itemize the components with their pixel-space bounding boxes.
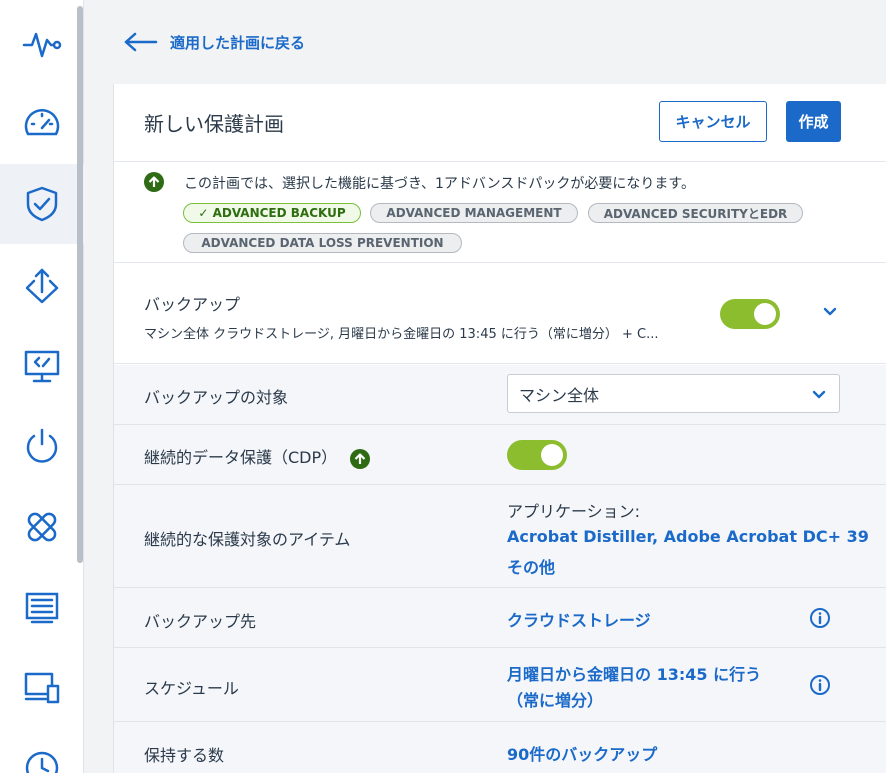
destination-value[interactable]: クラウドストレージ — [507, 607, 651, 631]
schedule-value-line1[interactable]: 月曜日から金曜日の 13:45 に行う — [507, 661, 761, 685]
sidebar-item-history[interactable] — [0, 728, 84, 773]
destination-label: バックアップ先 — [144, 612, 257, 631]
cdp-items-value-line1[interactable]: Acrobat Distiller, Adobe Acrobat DC+ 39 — [507, 527, 869, 546]
cancel-button[interactable]: キャンセル — [659, 101, 767, 142]
page-title: 新しい保護計画 — [144, 112, 284, 136]
notice-text: この計画では、選択した機能に基づき、1アドバンスドパックが必要になります。 — [184, 176, 695, 192]
cdp-items-label: 継続的な保護対象のアイテム — [144, 530, 351, 549]
retention-label: 保持する数 — [144, 746, 225, 765]
sidebar-item-monitoring[interactable] — [0, 4, 84, 84]
upgrade-arrow-icon — [350, 448, 371, 469]
row-cdp-items: 継続的な保護対象のアイテム アプリケーション: Acrobat Distille… — [114, 485, 886, 588]
chevron-down-icon — [812, 390, 826, 399]
sidebar-item-software[interactable] — [0, 246, 84, 326]
backup-summary: マシン全体 クラウドストレージ, 月曜日から金曜日の 13:45 に行う（常に増… — [144, 327, 659, 342]
back-link-label: 適用した計画に戻る — [170, 33, 306, 52]
tag-advanced-backup: ✓ ADVANCED BACKUP — [183, 203, 361, 223]
cdp-items-heading: アプリケーション: — [507, 502, 641, 521]
sidebar — [0, 0, 84, 773]
clock-icon — [25, 751, 59, 773]
retention-value[interactable]: 90件のバックアップ — [507, 741, 657, 765]
sidebar-item-power[interactable] — [0, 406, 84, 486]
tag-advanced-management: ADVANCED MANAGEMENT — [370, 203, 578, 223]
upgrade-arrow-icon — [144, 172, 164, 192]
panel-header: 新しい保護計画 キャンセル 作成 — [114, 84, 886, 162]
info-icon[interactable] — [809, 607, 831, 629]
tag-advanced-security-edr: ADVANCED SECURITYとEDR — [588, 203, 803, 223]
report-icon — [25, 592, 59, 624]
sidebar-scrollbar[interactable] — [77, 6, 83, 563]
row-destination: バックアップ先 クラウドストレージ — [114, 588, 886, 648]
cdp-items-value-line2[interactable]: その他 — [507, 554, 555, 578]
backup-section-header[interactable]: バックアップ マシン全体 クラウドストレージ, 月曜日から金曜日の 13:45 … — [114, 263, 886, 364]
row-retention: 保持する数 90件のバックアップ — [114, 722, 886, 773]
devices-icon — [24, 672, 60, 704]
toggle-knob — [754, 303, 776, 325]
backup-target-value: マシン全体 — [519, 385, 600, 405]
backup-target-select[interactable]: マシン全体 — [507, 374, 840, 413]
remote-desktop-icon — [24, 350, 60, 383]
backup-title: バックアップ — [144, 295, 241, 314]
arrow-left-icon — [124, 32, 158, 52]
main-area: 適用した計画に戻る 新しい保護計画 キャンセル 作成 この計画では、選択した機能… — [84, 0, 886, 773]
back-to-applied-plans-link[interactable]: 適用した計画に戻る — [124, 32, 305, 53]
protection-plan-panel: 新しい保護計画 キャンセル 作成 この計画では、選択した機能に基づき、1アドバン… — [113, 84, 886, 773]
backup-settings-grid: バックアップの対象 マシン全体 継続的データ保護（CDP） 継続的な保護対象のア… — [114, 365, 886, 773]
create-button[interactable]: 作成 — [786, 101, 841, 142]
cdp-label: 継続的データ保護（CDP） — [144, 448, 338, 467]
sidebar-item-reports[interactable] — [0, 568, 84, 648]
sidebar-item-devices[interactable] — [0, 648, 84, 728]
back-bar: 適用した計画に戻る — [84, 0, 886, 84]
info-icon[interactable] — [809, 674, 831, 696]
license-notice: この計画では、選択した機能に基づき、1アドバンスドパックが必要になります。 ✓ … — [114, 162, 886, 263]
shield-check-icon — [26, 186, 58, 222]
row-schedule: スケジュール 月曜日から金曜日の 13:45 に行う （常に増分） — [114, 648, 886, 722]
sidebar-item-dashboard[interactable] — [0, 84, 84, 164]
power-icon — [26, 428, 58, 463]
cdp-toggle[interactable] — [507, 440, 567, 470]
row-cdp: 継続的データ保護（CDP） — [114, 425, 886, 485]
chevron-down-icon[interactable] — [823, 307, 837, 317]
bandage-icon — [27, 512, 57, 542]
dashboard-gauge-icon — [24, 109, 60, 136]
sidebar-item-remote[interactable] — [0, 326, 84, 406]
cdp-label-wrap: 継続的データ保護（CDP） — [144, 444, 371, 469]
backup-target-label: バックアップの対象 — [144, 388, 289, 407]
activity-icon — [22, 32, 62, 58]
schedule-value-line2[interactable]: （常に増分） — [507, 687, 603, 711]
schedule-label: スケジュール — [144, 679, 239, 698]
upload-diamond-icon — [25, 268, 59, 304]
backup-toggle[interactable] — [720, 299, 780, 329]
row-backup-target: バックアップの対象 マシン全体 — [114, 365, 886, 425]
sidebar-item-protection[interactable] — [0, 164, 84, 244]
sidebar-item-recovery[interactable] — [0, 487, 84, 567]
toggle-knob — [541, 444, 563, 466]
tag-advanced-dlp: ADVANCED DATA LOSS PREVENTION — [183, 233, 462, 253]
